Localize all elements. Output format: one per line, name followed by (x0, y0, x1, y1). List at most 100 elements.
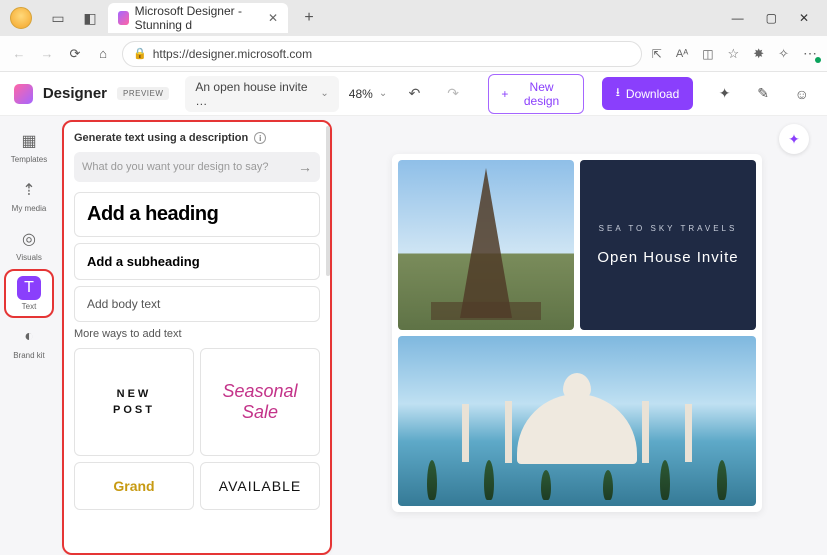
canvas-image-tajmahal[interactable] (398, 336, 756, 506)
preview-badge: PREVIEW (117, 87, 169, 100)
open-app-icon[interactable]: ⇱ (652, 47, 662, 61)
lock-icon: 🔒 (133, 47, 147, 60)
rail-label: Templates (11, 155, 47, 164)
rail-item-mymedia[interactable]: ⇡ My media (6, 173, 52, 218)
close-tab-icon[interactable]: ✕ (268, 11, 278, 25)
plus-icon: + (501, 87, 508, 101)
new-tab-button[interactable]: + (296, 5, 322, 31)
generate-submit-icon[interactable]: → (298, 159, 312, 175)
visuals-icon: ◎ (17, 227, 41, 251)
rail-label: Brand kit (13, 351, 45, 360)
browser-titlebar: ▭ ◧ Microsoft Designer - Stunning d ✕ + … (0, 0, 827, 36)
canvas-area[interactable]: ✦ SEA TO SKY TRAVELS Open House Invite (332, 116, 827, 555)
rail-item-brandkit[interactable]: ◐ Brand kit (6, 320, 52, 365)
brandkit-icon: ◐ (17, 325, 41, 349)
designer-logo-icon (14, 84, 33, 104)
canvas-title: Open House Invite (597, 249, 738, 266)
download-label: Download (626, 87, 679, 101)
text-panel: Generate text using a description i What… (62, 120, 332, 555)
add-subheading-label: Add a subheading (87, 254, 307, 269)
preset-line: Sale (222, 402, 297, 423)
back-button[interactable]: ← (10, 45, 28, 63)
read-aloud-icon[interactable]: Aᴬ (676, 48, 688, 60)
more-ways-label: More ways to add text (74, 328, 320, 340)
preset-line: Grand (113, 478, 154, 494)
favorite-icon[interactable]: ☆ (728, 46, 740, 62)
undo-button[interactable]: ↶ (403, 82, 426, 106)
preset-new-post[interactable]: NEW POST (74, 348, 194, 456)
media-icon: ⇡ (17, 178, 41, 202)
app-title: Designer (43, 85, 107, 102)
preset-line: POST (113, 402, 155, 419)
tab-actions-icon[interactable]: ◧ (80, 8, 100, 28)
add-heading-card[interactable]: Add a heading (74, 192, 320, 237)
rail-label: Visuals (16, 253, 42, 262)
refresh-button[interactable]: ⟳ (66, 45, 84, 63)
design-canvas[interactable]: SEA TO SKY TRAVELS Open House Invite (392, 154, 762, 512)
extensions-icon[interactable]: ✸ (753, 46, 764, 62)
canvas-text-panel[interactable]: SEA TO SKY TRAVELS Open House Invite (580, 160, 756, 330)
address-bar-actions: ⇱ Aᴬ ◫ ☆ ✸ ✧ ⋯ (652, 45, 817, 62)
download-icon: ⭳ (616, 83, 620, 104)
close-window-button[interactable]: ✕ (799, 11, 809, 25)
canvas-image-eiffel[interactable] (398, 160, 574, 330)
text-icon: T (17, 276, 41, 300)
left-rail: ▦ Templates ⇡ My media ◎ Visuals T Text … (0, 116, 58, 555)
chevron-down-icon: ⌄ (379, 88, 387, 99)
new-design-button[interactable]: + New design (488, 74, 583, 114)
preset-seasonal-sale[interactable]: Seasonal Sale (200, 348, 320, 456)
preset-line: NEW (113, 386, 155, 403)
rail-item-text[interactable]: T Text (6, 271, 52, 316)
workspaces-icon[interactable]: ▭ (48, 8, 68, 28)
rail-label: My media (12, 204, 47, 213)
canvas-eyebrow: SEA TO SKY TRAVELS (599, 224, 738, 233)
document-name-dropdown[interactable]: An open house invite … ⌄ (185, 76, 338, 112)
maximize-button[interactable]: ▢ (766, 11, 777, 25)
workspace: ▦ Templates ⇡ My media ◎ Visuals T Text … (0, 116, 827, 555)
rail-item-templates[interactable]: ▦ Templates (6, 124, 52, 169)
preset-line: AVAILABLE (219, 478, 301, 494)
help-icon[interactable]: ✎ (752, 82, 775, 106)
zoom-control[interactable]: 48% ⌄ (349, 87, 387, 101)
url-input[interactable]: 🔒 https://designer.microsoft.com (122, 41, 642, 67)
minimize-button[interactable]: — (732, 11, 744, 25)
info-icon[interactable]: i (254, 132, 266, 144)
zoom-value: 48% (349, 87, 373, 101)
chevron-down-icon: ⌄ (320, 88, 328, 99)
url-text: https://designer.microsoft.com (153, 47, 312, 61)
add-body-card[interactable]: Add body text (74, 286, 320, 322)
new-design-label: New design (512, 80, 570, 108)
home-button[interactable]: ⌂ (94, 45, 112, 63)
text-preset-grid: NEW POST Seasonal Sale Grand AVAILABLE (74, 348, 320, 510)
generate-placeholder: What do you want your design to say? (82, 161, 298, 173)
rail-item-visuals[interactable]: ◎ Visuals (6, 222, 52, 267)
share-icon[interactable]: ✦ (713, 82, 736, 106)
collections-icon[interactable]: ✧ (778, 46, 789, 62)
profile-avatar[interactable] (10, 7, 32, 29)
ideas-sparkle-button[interactable]: ✦ (779, 124, 809, 154)
preset-available[interactable]: AVAILABLE (200, 462, 320, 510)
forward-button[interactable]: → (38, 45, 56, 63)
panel-scrollbar[interactable] (326, 126, 330, 276)
account-icon[interactable]: ☺ (790, 82, 813, 106)
download-button[interactable]: ⭳ Download (602, 77, 694, 110)
redo-button[interactable]: ↷ (442, 82, 465, 106)
preset-grand[interactable]: Grand (74, 462, 194, 510)
generate-text-header: Generate text using a description i (74, 132, 320, 144)
app-header: Designer PREVIEW An open house invite … … (0, 72, 827, 116)
add-subheading-card[interactable]: Add a subheading (74, 243, 320, 280)
generate-text-title: Generate text using a description (74, 132, 248, 144)
add-body-label: Add body text (87, 297, 307, 311)
document-name: An open house invite … (195, 80, 314, 108)
browser-tab[interactable]: Microsoft Designer - Stunning d ✕ (108, 3, 288, 33)
generate-text-input[interactable]: What do you want your design to say? → (74, 152, 320, 182)
add-heading-label: Add a heading (87, 203, 307, 226)
rail-label: Text (22, 302, 37, 311)
tab-title: Microsoft Designer - Stunning d (135, 4, 262, 32)
split-screen-icon[interactable]: ◫ (702, 47, 713, 61)
window-controls: — ▢ ✕ (732, 11, 821, 25)
settings-menu-icon[interactable]: ⋯ (803, 45, 817, 62)
browser-address-bar: ← → ⟳ ⌂ 🔒 https://designer.microsoft.com… (0, 36, 827, 72)
templates-icon: ▦ (17, 129, 41, 153)
preset-line: Seasonal (222, 381, 297, 402)
